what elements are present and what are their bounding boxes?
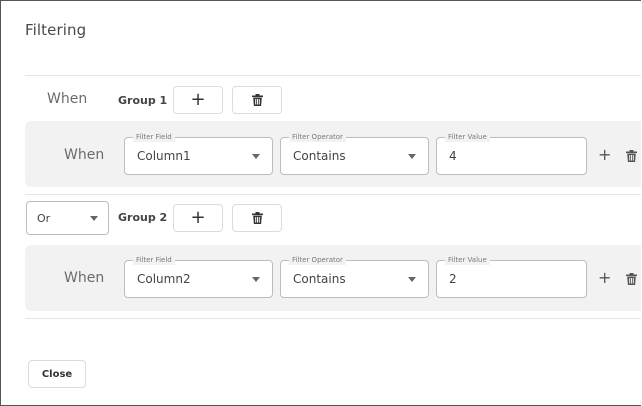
filter-value-text: 2 xyxy=(449,272,457,286)
delete-rule-icon[interactable] xyxy=(626,150,637,162)
delete-rule-icon[interactable] xyxy=(626,273,637,285)
caret-down-icon xyxy=(408,154,416,159)
group-1-when-label: When xyxy=(47,91,88,107)
rule-when-label: When xyxy=(64,147,105,163)
filter-operator-select[interactable]: Filter Operator Contains xyxy=(280,132,429,175)
group-connector-value: Or xyxy=(37,212,51,225)
filter-operator-value: Contains xyxy=(293,272,346,286)
group-2-rule-row: When Filter Field Column2 Filter Operato… xyxy=(25,245,641,311)
filter-field-value: Column1 xyxy=(137,149,191,163)
rule-when-label: When xyxy=(64,270,105,286)
caret-down-icon xyxy=(90,216,98,221)
divider xyxy=(25,194,641,195)
group-1-add-button[interactable]: + xyxy=(173,86,223,114)
caret-down-icon xyxy=(408,277,416,282)
filter-field-value: Column2 xyxy=(137,272,191,286)
dialog-title: Filtering xyxy=(25,21,87,39)
add-rule-icon[interactable]: + xyxy=(598,268,611,287)
trash-icon xyxy=(251,94,263,106)
filter-field-legend: Filter Field xyxy=(133,132,175,142)
filter-operator-select[interactable]: Filter Operator Contains xyxy=(280,255,429,298)
plus-icon: + xyxy=(190,207,206,228)
group-2-add-button[interactable]: + xyxy=(173,204,223,232)
filter-value-input[interactable]: Filter Value 2 xyxy=(436,255,587,298)
add-rule-icon[interactable]: + xyxy=(598,145,611,164)
filter-value-legend: Filter Value xyxy=(445,255,490,265)
filter-field-select[interactable]: Filter Field Column2 xyxy=(124,255,273,298)
divider xyxy=(25,75,641,76)
plus-icon: + xyxy=(190,89,206,110)
group-1-label: Group 1 xyxy=(118,94,168,107)
filtering-dialog: Filtering When Group 1 + When Filter Fie… xyxy=(0,0,641,406)
filter-value-input[interactable]: Filter Value 4 xyxy=(436,132,587,175)
filter-operator-legend: Filter Operator xyxy=(289,255,346,265)
filter-value-text: 4 xyxy=(449,149,457,163)
group-2-delete-button[interactable] xyxy=(232,204,282,232)
filter-operator-value: Contains xyxy=(293,149,346,163)
filter-field-select[interactable]: Filter Field Column1 xyxy=(124,132,273,175)
group-1-delete-button[interactable] xyxy=(232,86,282,114)
caret-down-icon xyxy=(252,154,260,159)
filter-operator-legend: Filter Operator xyxy=(289,132,346,142)
group-2-label: Group 2 xyxy=(118,211,168,224)
caret-down-icon xyxy=(252,277,260,282)
group-connector-select[interactable]: Or xyxy=(26,201,109,235)
divider xyxy=(25,318,641,319)
close-button[interactable]: Close xyxy=(28,360,86,388)
trash-icon xyxy=(251,212,263,224)
filter-value-legend: Filter Value xyxy=(445,132,490,142)
filter-field-legend: Filter Field xyxy=(133,255,175,265)
group-1-rule-row: When Filter Field Column1 Filter Operato… xyxy=(25,121,641,187)
